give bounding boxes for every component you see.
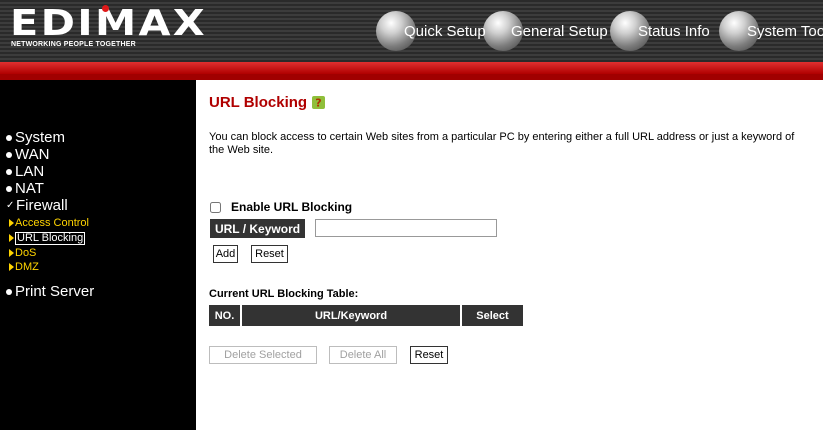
nav-label: Quick Setup xyxy=(404,22,486,40)
logo-dot xyxy=(102,5,109,12)
sidebar-item-label: NAT xyxy=(15,180,44,197)
sidebar-subitem-url-blocking[interactable]: URL Blocking xyxy=(9,231,86,245)
page-description: You can block access to certain Web site… xyxy=(209,131,795,156)
bullet-icon xyxy=(6,151,12,158)
sidebar-subitem-dos[interactable]: DoS xyxy=(9,247,36,259)
column-header-no: NO. xyxy=(209,305,242,326)
sidebar-subitem-dmz[interactable]: DMZ xyxy=(9,261,39,273)
delete-selected-button[interactable]: Delete Selected xyxy=(209,346,317,364)
subitem-label: URL Blocking xyxy=(15,231,86,245)
reset-button[interactable]: Reset xyxy=(251,245,288,263)
nav-label: System Tools xyxy=(747,22,823,40)
nav-quick-setup[interactable]: Quick Setup xyxy=(376,11,486,51)
nav-status-info[interactable]: Status Info xyxy=(610,11,710,51)
nav-system-tools[interactable]: System Tools xyxy=(719,11,823,51)
sidebar: System WAN LAN NAT ✓ Firewall Access Con… xyxy=(0,80,196,430)
url-keyword-label: URL / Keyword xyxy=(210,219,305,238)
subitem-label: DoS xyxy=(15,247,37,259)
table-reset-button[interactable]: Reset xyxy=(410,346,448,364)
svg-text:?: ? xyxy=(315,97,321,110)
enable-url-blocking-label: Enable URL Blocking xyxy=(231,200,353,214)
bullet-icon xyxy=(6,288,12,295)
page-title-text: URL Blocking xyxy=(209,94,308,111)
logo-tagline: NETWORKING PEOPLE TOGETHER xyxy=(11,41,136,48)
sidebar-item-label: System xyxy=(15,129,66,146)
header-red-bar xyxy=(0,62,823,74)
edimax-logo: EDIMAX NETWORKING PEOPLE TOGETHER xyxy=(10,4,205,54)
sidebar-item-lan[interactable]: LAN xyxy=(6,163,44,180)
sidebar-item-label: LAN xyxy=(15,163,45,180)
subitem-label: Access Control xyxy=(15,217,89,229)
help-icon[interactable]: ? xyxy=(312,96,326,110)
bullet-icon xyxy=(6,185,12,192)
enable-url-blocking-row: Enable URL Blocking xyxy=(210,200,352,214)
column-header-url-keyword: URL/Keyword xyxy=(242,305,462,326)
arrow-right-icon xyxy=(9,263,14,271)
arrow-right-icon xyxy=(9,234,14,242)
sidebar-item-label: Firewall xyxy=(16,197,68,214)
nav-label: Status Info xyxy=(638,22,710,40)
sidebar-subitem-access-control[interactable]: Access Control xyxy=(9,217,89,229)
subitem-label: DMZ xyxy=(15,261,39,273)
nav-label: General Setup xyxy=(511,22,608,40)
bullet-icon xyxy=(6,168,12,175)
url-keyword-input[interactable] xyxy=(315,219,497,237)
sidebar-item-firewall[interactable]: ✓ Firewall xyxy=(6,197,68,214)
arrow-right-icon xyxy=(9,219,14,227)
sidebar-item-label: WAN xyxy=(15,146,50,163)
table-title: Current URL Blocking Table: xyxy=(209,288,359,300)
column-header-select: Select xyxy=(462,305,523,326)
delete-all-button[interactable]: Delete All xyxy=(329,346,397,364)
page-title: URL Blocking ? xyxy=(209,94,326,111)
sidebar-item-print-server[interactable]: Print Server xyxy=(6,283,94,300)
sidebar-item-system[interactable]: System xyxy=(6,129,65,146)
sidebar-item-label: Print Server xyxy=(15,283,95,300)
nav-general-setup[interactable]: General Setup xyxy=(483,11,608,51)
sidebar-item-nat[interactable]: NAT xyxy=(6,180,44,197)
top-header: EDIMAX NETWORKING PEOPLE TOGETHER Quick … xyxy=(0,0,823,62)
add-button[interactable]: Add xyxy=(213,245,238,263)
url-blocking-table-header: NO. URL/Keyword Select xyxy=(209,305,523,326)
sidebar-item-wan[interactable]: WAN xyxy=(6,146,49,163)
main-content: URL Blocking ? You can block access to c… xyxy=(196,80,823,430)
arrow-right-icon xyxy=(9,249,14,257)
check-icon: ✓ xyxy=(6,200,15,211)
enable-url-blocking-checkbox[interactable] xyxy=(210,201,221,213)
bullet-icon xyxy=(6,134,12,141)
